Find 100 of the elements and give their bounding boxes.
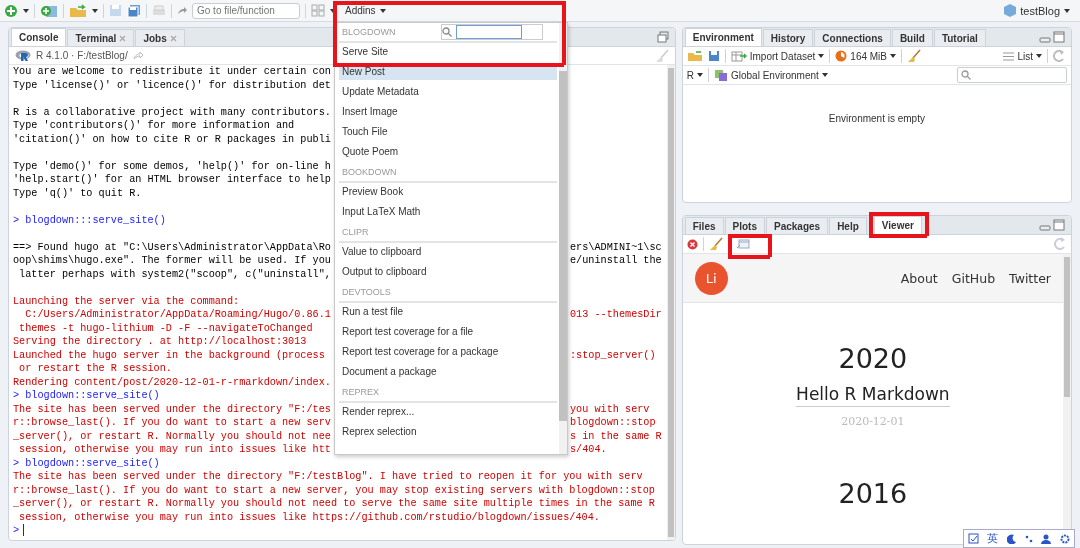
refresh-icon[interactable] bbox=[1053, 237, 1067, 251]
broom-icon[interactable] bbox=[708, 237, 723, 251]
maximize-icon[interactable] bbox=[1053, 219, 1065, 231]
search-icon bbox=[442, 27, 452, 37]
post-title[interactable]: Hello R Markdown bbox=[796, 384, 950, 407]
console-output: R is a collaborative project with many contributors. bbox=[13, 105, 331, 119]
new-file-icon[interactable] bbox=[4, 3, 18, 18]
search-icon bbox=[961, 70, 971, 80]
scrollbar-thumb[interactable] bbox=[559, 71, 567, 421]
folder-icon[interactable] bbox=[69, 3, 87, 18]
tab[interactable]: Build bbox=[891, 29, 933, 46]
tab[interactable]: Packages bbox=[766, 217, 829, 234]
view-mode-button[interactable]: List bbox=[1003, 50, 1042, 62]
menu-item[interactable]: Quote Poem bbox=[339, 143, 557, 160]
pie-icon bbox=[835, 50, 848, 62]
caret-icon bbox=[379, 8, 386, 13]
session-label: R 4.1.0 · F:/testBlog/ bbox=[36, 50, 128, 61]
menu-item[interactable]: Run a test file bbox=[339, 303, 557, 320]
console-command: > blogdown:::serve_site() bbox=[13, 213, 166, 227]
caret-icon[interactable] bbox=[23, 8, 29, 13]
caret-icon[interactable] bbox=[330, 8, 336, 13]
save-icon[interactable] bbox=[707, 50, 720, 62]
close-icon[interactable] bbox=[119, 34, 127, 42]
environment-menu[interactable]: Global Environment bbox=[713, 68, 828, 82]
menu-item[interactable]: Render reprex... bbox=[339, 403, 557, 420]
user-icon[interactable] bbox=[1041, 533, 1052, 544]
console-output: ers\ADMINI~1\sc bbox=[570, 240, 662, 254]
menu-item[interactable]: Reprex selection bbox=[339, 423, 557, 440]
tab[interactable]: Console bbox=[11, 28, 67, 46]
punctuation-icon[interactable] bbox=[1025, 533, 1034, 544]
new-project-icon[interactable] bbox=[40, 3, 58, 18]
tab[interactable]: Viewer bbox=[873, 216, 922, 234]
folder-icon[interactable] bbox=[686, 50, 703, 62]
tab[interactable]: Environment bbox=[684, 28, 762, 46]
console-output: oop\shims\hugo.exe". The former will be used. If you bbox=[13, 254, 332, 268]
menu-item[interactable]: Output to clipboard bbox=[339, 263, 557, 280]
menu-item[interactable]: Input LaTeX Math bbox=[339, 203, 557, 220]
menu-item[interactable]: Touch File bbox=[339, 123, 557, 140]
menu-item[interactable]: Value to clipboard bbox=[339, 243, 557, 260]
text-cursor bbox=[23, 524, 25, 536]
share-icon[interactable] bbox=[132, 51, 143, 60]
menu-item[interactable]: Update Metadata bbox=[339, 83, 557, 100]
restore-icon[interactable] bbox=[656, 31, 669, 43]
close-icon[interactable] bbox=[169, 34, 177, 42]
tab[interactable]: Plots bbox=[724, 217, 765, 234]
grid-icon[interactable] bbox=[311, 4, 325, 17]
nav-link[interactable]: GitHub bbox=[951, 270, 996, 286]
caret-icon[interactable] bbox=[92, 8, 98, 13]
import-dataset-button[interactable]: Import Dataset bbox=[730, 50, 825, 62]
tab[interactable]: Help bbox=[829, 217, 867, 234]
broom-icon[interactable] bbox=[907, 49, 921, 63]
checkbox-icon[interactable] bbox=[968, 533, 980, 544]
memory-usage-button[interactable]: 164 MiB bbox=[835, 50, 896, 62]
menu-item[interactable]: Insert Image bbox=[339, 103, 557, 120]
nav-link[interactable]: Twitter bbox=[1009, 270, 1051, 286]
menu-item[interactable]: Document a package bbox=[339, 363, 557, 380]
scrollbar-thumb[interactable] bbox=[1064, 257, 1070, 397]
tab[interactable]: History bbox=[762, 29, 814, 46]
prompt-symbol: > bbox=[13, 524, 20, 538]
console-output: Type 'q()' to quit R. bbox=[13, 186, 142, 200]
console-output: 'help.start()' for an HTML browser interface to help bbox=[13, 173, 331, 187]
language-menu[interactable]: R bbox=[686, 69, 703, 81]
tab[interactable]: Connections bbox=[814, 29, 891, 46]
moon-icon[interactable] bbox=[1006, 533, 1017, 544]
search-field[interactable] bbox=[957, 67, 1067, 83]
menu-item[interactable]: Report test coverage for a file bbox=[339, 323, 557, 340]
project-menu[interactable]: testBlog bbox=[998, 3, 1076, 18]
menu-section-heading: REPREX bbox=[342, 387, 379, 397]
settings-icon[interactable] bbox=[1059, 533, 1070, 544]
go-to-file-field[interactable]: Go to file/function bbox=[192, 2, 300, 19]
menu-item[interactable]: Preview Book bbox=[339, 183, 557, 200]
tab[interactable]: Tutorial bbox=[933, 29, 986, 46]
menu-item[interactable]: Report test coverage for a package bbox=[339, 343, 557, 360]
menu-item[interactable]: Serve Site bbox=[339, 43, 557, 60]
tab[interactable]: Jobs bbox=[135, 29, 185, 46]
addins-button[interactable]: Addins bbox=[341, 3, 390, 18]
console-output: r::browse_last(). If you do want to start a new server, you may stop existing servers with blogdown::stop bbox=[13, 483, 655, 497]
logo[interactable]: Li bbox=[694, 261, 728, 295]
maximize-icon[interactable] bbox=[1053, 31, 1065, 43]
caret-icon bbox=[696, 73, 703, 77]
nav-link[interactable]: About bbox=[900, 270, 938, 286]
save-all-icon[interactable] bbox=[127, 3, 141, 18]
stop-icon[interactable] bbox=[686, 238, 698, 250]
search-field[interactable] bbox=[441, 24, 543, 40]
broom-icon[interactable] bbox=[654, 48, 669, 63]
refresh-icon[interactable] bbox=[1053, 50, 1067, 62]
r-logo-icon bbox=[15, 49, 31, 62]
console-output: Type 'contributors()' for more information and bbox=[13, 119, 295, 133]
year-heading: 2016 bbox=[838, 478, 908, 509]
console-output: :stop_server() bbox=[570, 348, 656, 362]
console-output: You are welcome to redistribute it under certain con bbox=[13, 65, 331, 79]
tab[interactable]: Files bbox=[684, 217, 724, 234]
caret-icon bbox=[1036, 54, 1042, 58]
language-indicator[interactable]: 英 bbox=[987, 531, 999, 546]
tab[interactable]: Terminal bbox=[67, 29, 135, 46]
console-output: or restart the R session. bbox=[18, 362, 172, 376]
caret-icon bbox=[818, 54, 825, 58]
caret-icon bbox=[821, 73, 828, 77]
scrollbar-thumb[interactable] bbox=[667, 68, 674, 537]
console-output: Type 'license()' or 'licence()' for distribution det bbox=[13, 78, 331, 92]
